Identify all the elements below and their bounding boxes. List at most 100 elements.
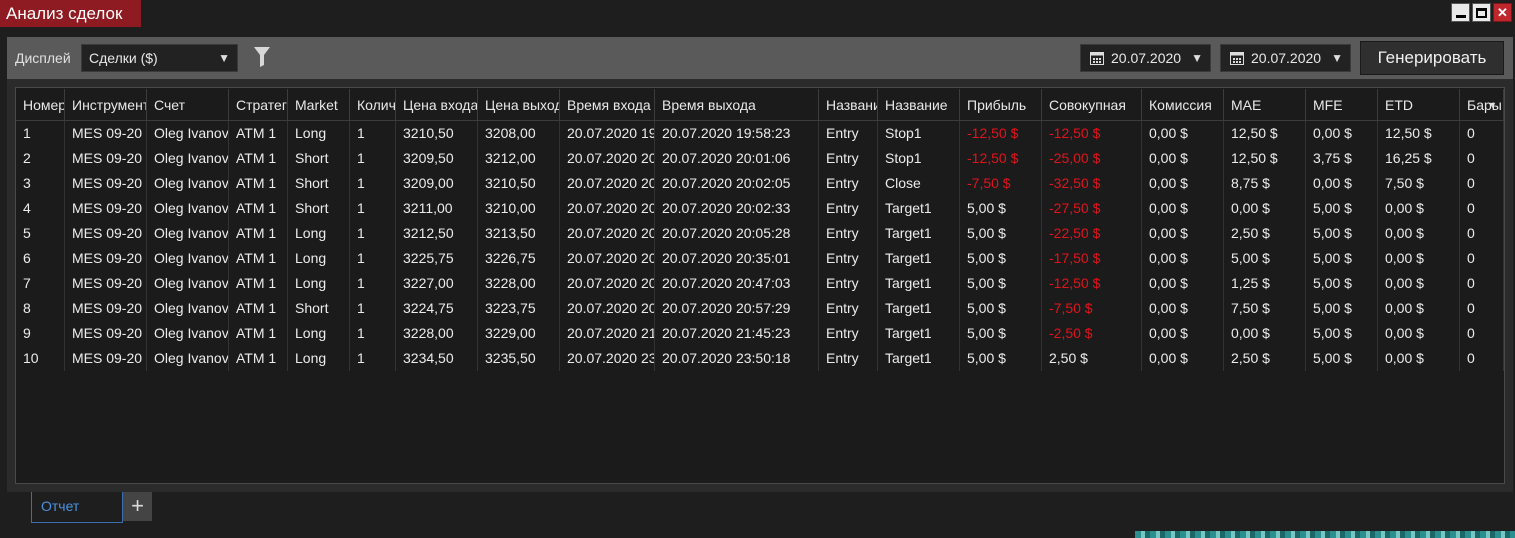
table-row[interactable]: 2 MES 09-20 Oleg Ivanov ATM 1 Short 1 3209,50 3…: [16, 146, 1504, 171]
table-row[interactable]: 3 MES 09-20 Oleg Ivanov ATM 1 Short 1 3209,00 3…: [16, 171, 1504, 196]
table-cell: 3212,00: [478, 146, 560, 171]
table-cell: Target1: [878, 296, 960, 321]
table-cell: 0,00 $: [1378, 271, 1460, 296]
table-cell: Short: [288, 296, 350, 321]
table-cell: 3228,00: [478, 271, 560, 296]
column-header[interactable]: Количество: [350, 89, 396, 121]
table-row[interactable]: 1 MES 09-20 Oleg Ivanov ATM 1 Long 1 3210,50 32…: [16, 121, 1504, 146]
column-header[interactable]: Название: [878, 89, 960, 121]
display-label: Дисплей: [15, 50, 71, 66]
display-select-value: Сделки ($): [89, 50, 158, 66]
table-cell: Long: [288, 221, 350, 246]
column-header[interactable]: Счет: [147, 89, 229, 121]
table-cell: 3234,50: [396, 346, 478, 371]
table-cell: MES 09-20: [65, 196, 147, 221]
table-cell: 2: [16, 146, 65, 171]
column-header[interactable]: MAE: [1224, 89, 1306, 121]
table-row[interactable]: 5 MES 09-20 Oleg Ivanov ATM 1 Long 1 3212,50 32…: [16, 221, 1504, 246]
table-cell: Long: [288, 121, 350, 146]
column-header[interactable]: Совокупная: [1042, 89, 1142, 121]
table-cell: Close: [878, 171, 960, 196]
table-cell: 0,00 $: [1142, 246, 1224, 271]
table-cell: -12,50 $: [1042, 121, 1142, 146]
toolbar: Дисплей Сделки ($) ▼ 20.07.2020 ▼ 20.07.…: [7, 37, 1513, 79]
column-header[interactable]: MFE: [1306, 89, 1378, 121]
table-cell: 1: [350, 321, 396, 346]
table-cell: 0,00 $: [1378, 196, 1460, 221]
table-cell: -2,50 $: [1042, 321, 1142, 346]
table-cell: ATM 1: [229, 196, 288, 221]
table-row[interactable]: 8 MES 09-20 Oleg Ivanov ATM 1 Short 1 3224,75 3…: [16, 296, 1504, 321]
table-cell: Long: [288, 346, 350, 371]
column-header[interactable]: Номер: [16, 89, 65, 121]
table-row[interactable]: 6 MES 09-20 Oleg Ivanov ATM 1 Long 1 3225,75 32…: [16, 246, 1504, 271]
table-cell: Oleg Ivanov: [147, 221, 229, 246]
table-cell: 1: [350, 346, 396, 371]
table-cell: 10: [16, 346, 65, 371]
table-cell: 2,50 $: [1224, 346, 1306, 371]
close-button[interactable]: ✕: [1493, 3, 1512, 22]
table-cell: 6: [16, 246, 65, 271]
table-row[interactable]: 7 MES 09-20 Oleg Ivanov ATM 1 Long 1 3227,00 32…: [16, 271, 1504, 296]
date-to-select[interactable]: 20.07.2020 ▼: [1220, 44, 1351, 72]
table-cell: -22,50 $: [1042, 221, 1142, 246]
table-cell: 5,00 $: [1306, 346, 1378, 371]
minimize-button[interactable]: [1451, 3, 1470, 22]
table-row[interactable]: 4 MES 09-20 Oleg Ivanov ATM 1 Short 1 3211,00 3…: [16, 196, 1504, 221]
table-cell: Entry: [819, 146, 878, 171]
date-from-select[interactable]: 20.07.2020 ▼: [1080, 44, 1211, 72]
table-cell: 3209,00: [396, 171, 478, 196]
sort-dropdown-icon[interactable]: ▼: [1488, 89, 1497, 121]
column-header[interactable]: Market: [288, 89, 350, 121]
column-header[interactable]: Цена выхода: [478, 89, 560, 121]
table-cell: 3225,75: [396, 246, 478, 271]
add-tab-button[interactable]: +: [123, 492, 152, 521]
column-header[interactable]: Бары ▼: [1460, 89, 1504, 121]
table-cell: 3226,75: [478, 246, 560, 271]
table-cell: Entry: [819, 346, 878, 371]
display-select[interactable]: Сделки ($) ▼: [81, 44, 238, 72]
column-header[interactable]: ETD: [1378, 89, 1460, 121]
table-cell: -25,00 $: [1042, 146, 1142, 171]
table-cell: 20.07.2020 19:58:23: [655, 121, 819, 146]
table-cell: Long: [288, 246, 350, 271]
table-cell: 1: [350, 146, 396, 171]
column-header[interactable]: Время входа: [560, 89, 655, 121]
table-cell: Oleg Ivanov: [147, 196, 229, 221]
table-cell: 0: [1460, 346, 1504, 371]
table-row[interactable]: 10 MES 09-20 Oleg Ivanov ATM 1 Long 1 3234,50 3…: [16, 346, 1504, 371]
table-cell: 5,00 $: [960, 196, 1042, 221]
tab-report[interactable]: Отчет: [31, 492, 123, 523]
column-header[interactable]: Название: [819, 89, 878, 121]
column-header[interactable]: Цена входа: [396, 89, 478, 121]
table-cell: Stop1: [878, 121, 960, 146]
table-cell: 3208,00: [478, 121, 560, 146]
table-cell: ATM 1: [229, 271, 288, 296]
column-header[interactable]: Инструмент: [65, 89, 147, 121]
column-header[interactable]: Комиссия: [1142, 89, 1224, 121]
table-cell: Entry: [819, 321, 878, 346]
table-cell: 5,00 $: [960, 221, 1042, 246]
table-cell: 5,00 $: [1306, 221, 1378, 246]
table-cell: ATM 1: [229, 221, 288, 246]
table-cell: ATM 1: [229, 246, 288, 271]
table-cell: 7,50 $: [1378, 171, 1460, 196]
column-header[interactable]: Стратегия: [229, 89, 288, 121]
table-cell: Target1: [878, 196, 960, 221]
table-cell: MES 09-20: [65, 146, 147, 171]
table-row[interactable]: 9 MES 09-20 Oleg Ivanov ATM 1 Long 1 3228,00 32…: [16, 321, 1504, 346]
table-cell: -32,50 $: [1042, 171, 1142, 196]
generate-button[interactable]: Генерировать: [1360, 41, 1504, 75]
table-cell: 3229,00: [478, 321, 560, 346]
maximize-button[interactable]: [1472, 3, 1491, 22]
table-cell: ATM 1: [229, 321, 288, 346]
table-cell: 1: [350, 246, 396, 271]
close-icon: ✕: [1497, 4, 1508, 20]
table-cell: 0,00 $: [1224, 321, 1306, 346]
column-header[interactable]: Прибыль: [960, 89, 1042, 121]
table-cell: 20.07.2020 20:02:33: [655, 196, 819, 221]
table-cell: Stop1: [878, 146, 960, 171]
table-cell: ATM 1: [229, 171, 288, 196]
column-header[interactable]: Время выхода: [655, 89, 819, 121]
filter-icon[interactable]: [254, 47, 270, 67]
